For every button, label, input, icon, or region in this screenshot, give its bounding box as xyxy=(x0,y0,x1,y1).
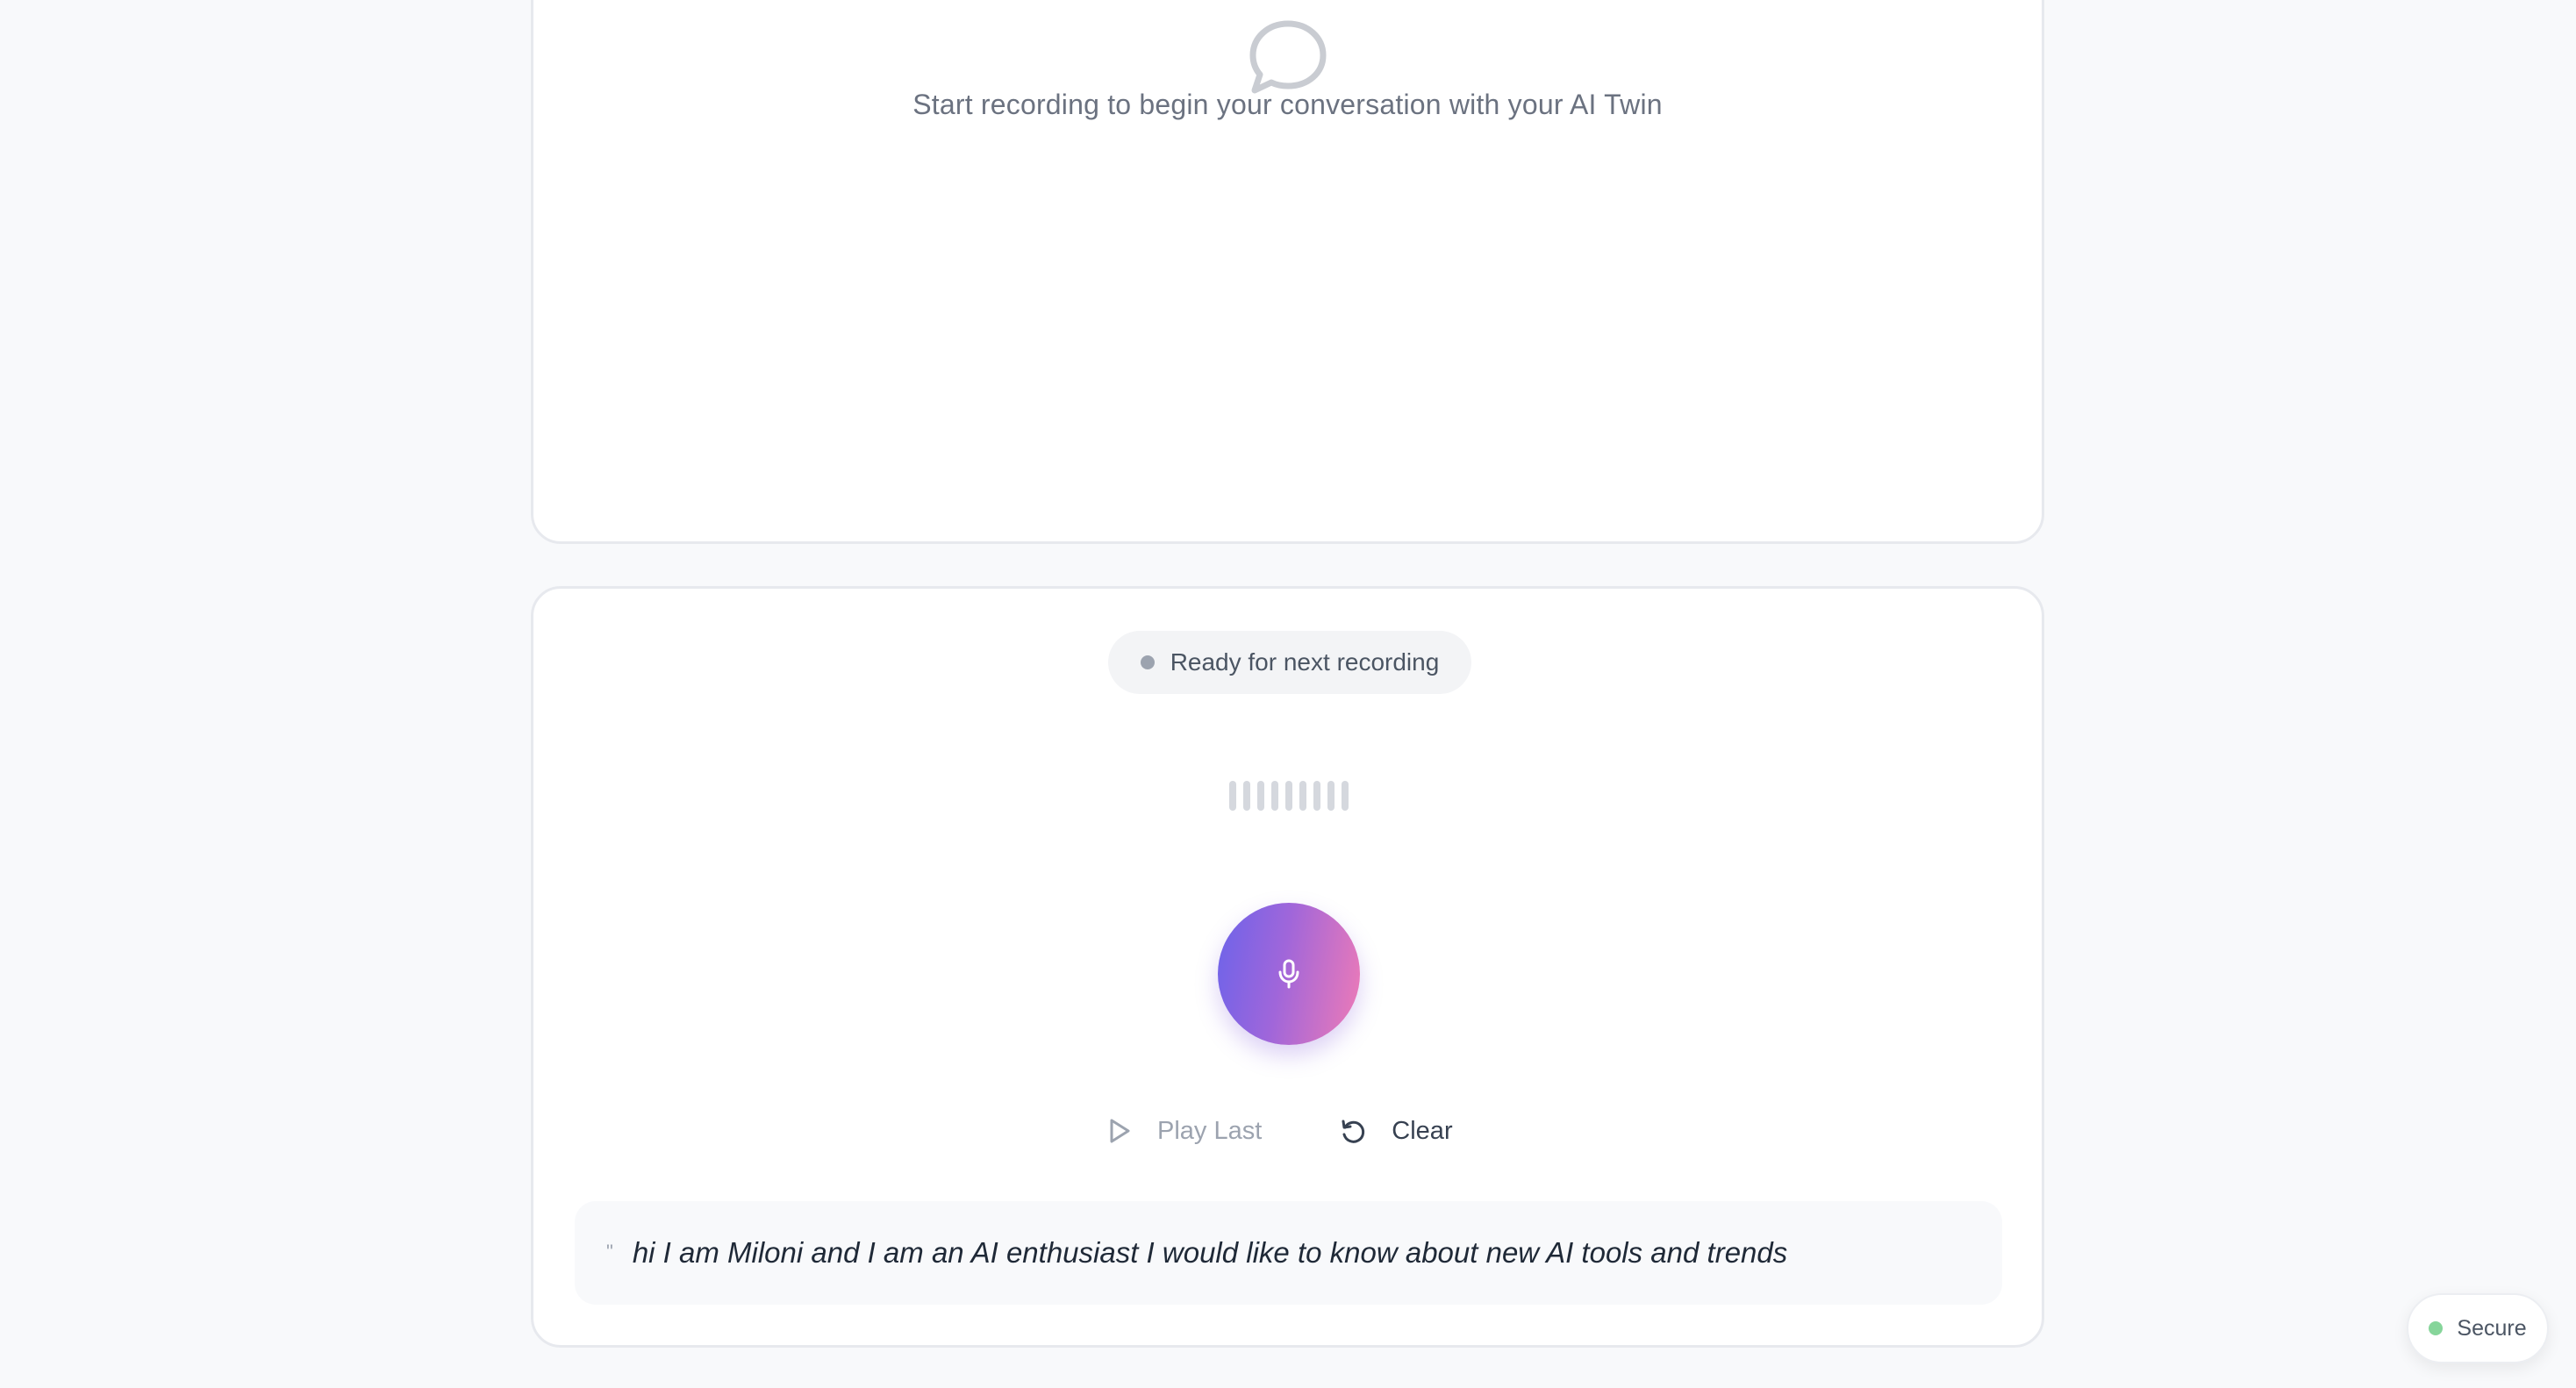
microphone-icon xyxy=(1278,959,1299,989)
waveform-bar xyxy=(1313,781,1320,811)
recording-panel: Ready for next recording Play Last Clear… xyxy=(531,586,2044,1348)
clear-label: Clear xyxy=(1392,1116,1453,1145)
empty-conversation-message: Start recording to begin your conversati… xyxy=(912,89,1663,120)
waveform-bar xyxy=(1327,781,1335,811)
secure-label: Secure xyxy=(2457,1315,2527,1341)
secure-status-badge: Secure xyxy=(2407,1293,2549,1363)
status-dot xyxy=(1140,655,1155,669)
waveform-bar xyxy=(1299,781,1306,811)
record-microphone-button[interactable] xyxy=(1218,903,1360,1045)
play-last-label: Play Last xyxy=(1157,1116,1263,1145)
waveform-bar xyxy=(1342,781,1349,811)
waveform-bar xyxy=(1243,781,1250,811)
waveform-bar xyxy=(1271,781,1278,811)
transcript-box: " hi I am Miloni and I am an AI enthusia… xyxy=(575,1201,2002,1305)
recording-status-badge: Ready for next recording xyxy=(1108,631,1471,694)
conversation-panel: Start recording to begin your conversati… xyxy=(531,0,2044,544)
waveform-bar xyxy=(1285,781,1292,811)
recording-status-text: Ready for next recording xyxy=(1170,648,1440,676)
waveform-bar xyxy=(1229,781,1236,811)
secure-indicator-dot xyxy=(2429,1321,2444,1335)
transcript-text: hi I am Miloni and I am an AI enthusiast… xyxy=(632,1236,1788,1269)
play-icon xyxy=(1110,1119,1130,1143)
chat-bubble-icon xyxy=(1249,20,1327,94)
play-last-button[interactable]: Play Last xyxy=(1108,1117,1262,1146)
refresh-icon xyxy=(1342,1120,1365,1143)
clear-button[interactable]: Clear xyxy=(1339,1116,1453,1146)
quote-icon: " xyxy=(606,1241,613,1263)
playback-controls: Play Last Clear xyxy=(1108,1105,1453,1157)
waveform-bar xyxy=(1257,781,1264,811)
audio-waveform xyxy=(1229,781,1352,811)
